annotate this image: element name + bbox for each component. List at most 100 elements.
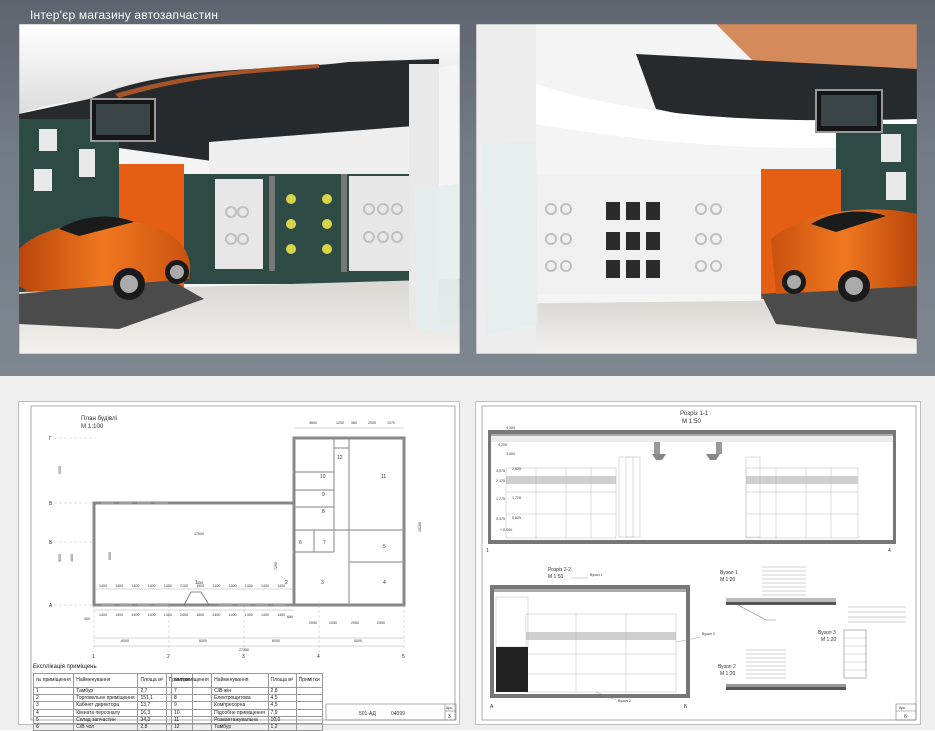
axis-label: Б bbox=[684, 704, 688, 710]
renders-panel: Інтер'єр магазину автозапчастин bbox=[0, 0, 935, 376]
room-number-cell: 1 bbox=[32, 686, 75, 696]
plan-scale: М 1:100 bbox=[81, 423, 104, 430]
dim-label: 3600 bbox=[309, 421, 317, 425]
table-row: 4 Кімната персоналу 16,3 bbox=[32, 708, 194, 717]
dim-label: 4800 bbox=[70, 554, 74, 562]
room-number-cell: 3 bbox=[32, 701, 75, 710]
room-number: 10 bbox=[320, 474, 326, 480]
table-row: 5 Склад запчастин 34,3 bbox=[32, 715, 194, 725]
level-label: 2,175 bbox=[496, 479, 505, 483]
axis-label: 2 bbox=[167, 654, 170, 660]
sheet-label: Арк. bbox=[899, 706, 906, 710]
stamp-number: 04099 bbox=[391, 711, 405, 717]
dim-label: 6000 bbox=[58, 466, 62, 474]
dim-label: 2550 bbox=[377, 621, 385, 625]
axis-label: 3 bbox=[242, 654, 245, 660]
window-dim-label: 1400 bbox=[245, 584, 253, 588]
plan-title: План будівлі bbox=[81, 415, 117, 422]
room-number: 9 bbox=[322, 492, 325, 498]
interior-render-left bbox=[19, 24, 460, 354]
room-name-cell: Підсобне приміщення bbox=[211, 708, 269, 717]
room-number: 4 bbox=[383, 580, 386, 586]
callout-label: Вузол 1 bbox=[590, 573, 603, 577]
sheet-floor-plan: План будівлі М 1:100 Г В Б А 1 2 3 4 5 3… bbox=[18, 401, 460, 731]
window-dim-label: 1400 bbox=[99, 613, 107, 617]
room-number-cell: 9 bbox=[170, 701, 213, 710]
dim-label: 6000 bbox=[199, 639, 207, 643]
room-area-cell: 4,5 bbox=[267, 701, 297, 710]
room-area-cell: 4,5 bbox=[267, 694, 297, 703]
level-label: 3,500 bbox=[506, 452, 515, 456]
window-dim-label: 1400 bbox=[229, 584, 237, 588]
node3-scale: М 1:20 bbox=[821, 637, 837, 643]
dim-label: 6000 bbox=[121, 639, 129, 643]
stamp-code: 501-АД bbox=[359, 711, 377, 717]
table-row: 1 Тамбур 2,7 bbox=[32, 686, 194, 696]
window-dim-label: 1400 bbox=[164, 613, 172, 617]
table-row: 3 Кабінет директора 13,7 bbox=[32, 701, 194, 710]
room-number: 1 bbox=[195, 580, 198, 586]
table-row: 9 Компресорна 4,5 bbox=[170, 701, 324, 710]
dim-label: 7200 bbox=[274, 562, 278, 570]
dim-label: 1070 bbox=[387, 421, 395, 425]
callout-label: Вузол 3 bbox=[702, 632, 715, 636]
window-dim-label: 1400 bbox=[131, 584, 139, 588]
axis-label: 1 bbox=[92, 654, 95, 660]
level-label: 4,200 bbox=[498, 443, 507, 447]
room-number: 2 bbox=[285, 580, 288, 586]
axis-label: 5 bbox=[402, 654, 405, 660]
window-dim-label: 2100 bbox=[212, 584, 220, 588]
window-dim-label: 1400 bbox=[115, 584, 123, 588]
explication-table-left: № приміщення Найменування Площа м² Примі… bbox=[32, 673, 194, 731]
window-dim-label: 1400 bbox=[148, 613, 156, 617]
table-row: 11 Розвантажувальна 10,0 bbox=[170, 715, 324, 725]
room-number: 8 bbox=[322, 509, 325, 515]
room-number-cell: 5 bbox=[32, 715, 75, 725]
table-row: 8 Електрощитова 4,5 bbox=[170, 694, 324, 703]
level-label: 1,275 bbox=[496, 497, 505, 501]
room-notes-cell bbox=[295, 701, 324, 710]
room-name-cell: Кабінет директора bbox=[73, 701, 139, 710]
room-number: 11 bbox=[381, 474, 386, 480]
dim-label: 2050 bbox=[351, 621, 359, 625]
window-dim-label: 2100 bbox=[180, 584, 188, 588]
dim-label: 17600 bbox=[194, 532, 204, 536]
table-row: 2 Торговельне приміщення 151,1 bbox=[32, 694, 194, 703]
window-dim-label: 2450 bbox=[180, 613, 188, 617]
room-number-cell: 7 bbox=[170, 686, 213, 696]
room-notes-cell bbox=[295, 708, 324, 717]
room-number: 6 bbox=[299, 540, 302, 546]
dim-label: 6000 bbox=[272, 639, 280, 643]
table-header: Найменування bbox=[211, 673, 269, 688]
dim-label: 400 bbox=[84, 617, 90, 621]
room-name-cell: Кімната персоналу bbox=[73, 708, 139, 717]
dim-label: 2000 bbox=[368, 421, 376, 425]
section22-scale: М 1:50 bbox=[548, 574, 564, 580]
room-notes-cell bbox=[295, 715, 324, 725]
room-name-cell: С/В жін bbox=[211, 686, 269, 696]
room-area-cell: 10,0 bbox=[267, 715, 297, 725]
dim-label: 960 bbox=[351, 421, 357, 425]
table-header: Площа м² bbox=[267, 673, 297, 688]
level-label: +-0,000 bbox=[500, 528, 512, 532]
axis-label: А bbox=[49, 603, 53, 609]
callout-label: Вузол 2 bbox=[618, 699, 631, 703]
room-area-cell: 13,7 bbox=[137, 701, 167, 710]
axis-label: 4 bbox=[317, 654, 320, 660]
level-label: 4,300 bbox=[506, 426, 515, 430]
sheet-label: Арк. bbox=[446, 706, 453, 710]
room-name-cell: Тамбур bbox=[73, 686, 139, 696]
window-dim-label: 1400 bbox=[245, 613, 253, 617]
axis-label: 4 bbox=[888, 548, 891, 554]
node2-title: Вузол 2 bbox=[718, 664, 736, 670]
level-label: 2,625 bbox=[512, 467, 521, 471]
window-dim-label: 1400 bbox=[261, 613, 269, 617]
table-row: 7 С/В жін 2,8 bbox=[170, 686, 324, 696]
dim-label: 1200 bbox=[336, 421, 344, 425]
dim-label: 680 bbox=[287, 615, 293, 619]
room-number-cell: 8 bbox=[170, 694, 213, 703]
window-dim-label: 1400 bbox=[277, 613, 285, 617]
dim-label: 6000 bbox=[354, 639, 362, 643]
interior-render-right bbox=[476, 24, 917, 354]
dim-label: 2050 bbox=[329, 621, 337, 625]
